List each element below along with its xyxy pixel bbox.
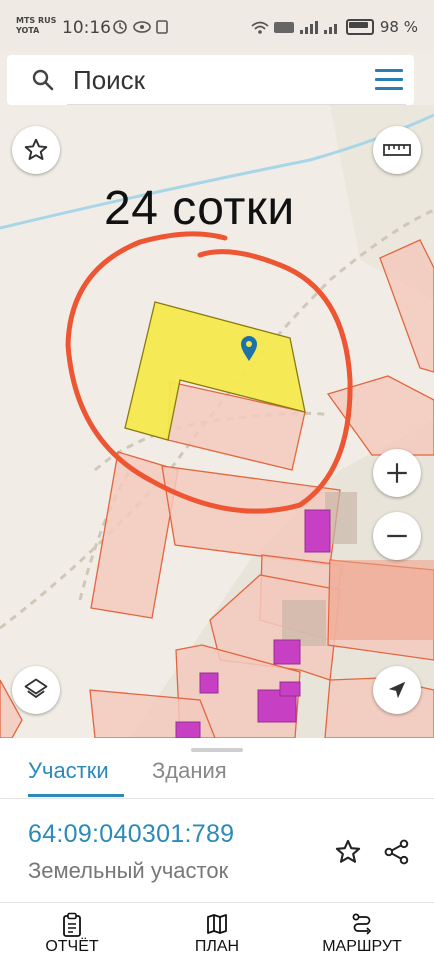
area-annotation: 24 сотки bbox=[104, 182, 295, 235]
map-icon bbox=[207, 914, 227, 934]
zoom-out-button[interactable] bbox=[373, 512, 421, 560]
share-icon[interactable] bbox=[383, 838, 411, 866]
plus-icon bbox=[387, 463, 407, 483]
report-button[interactable]: ОТЧЁТ bbox=[17, 912, 127, 958]
sheet-handle[interactable] bbox=[191, 748, 243, 752]
my-location-button[interactable] bbox=[373, 666, 421, 714]
menu-icon[interactable] bbox=[375, 69, 405, 91]
carrier-line-2: YOTA bbox=[16, 26, 40, 35]
zoom-in-button[interactable] bbox=[373, 449, 421, 497]
ruler-button[interactable] bbox=[373, 126, 421, 174]
minus-icon bbox=[387, 534, 407, 538]
active-tab-indicator bbox=[28, 794, 124, 797]
plan-button[interactable]: ПЛАН bbox=[162, 912, 272, 958]
layers-icon bbox=[24, 678, 48, 698]
route-button[interactable]: МАРШРУТ bbox=[307, 912, 417, 958]
search-input[interactable]: Поиск bbox=[73, 65, 145, 96]
status-time: 10:16 bbox=[62, 18, 111, 38]
clipboard-icon bbox=[63, 912, 81, 937]
nav-divider bbox=[0, 902, 434, 903]
layers-button[interactable] bbox=[12, 666, 60, 714]
notification-icons bbox=[113, 20, 168, 34]
battery-icon bbox=[345, 19, 374, 35]
object-type: Земельный участок bbox=[28, 858, 229, 883]
status-bar: MTS RUS YOTA 10:16 98 % bbox=[0, 0, 434, 52]
search-bar[interactable]: Поиск bbox=[7, 55, 414, 105]
tab-parcels[interactable]: Участки bbox=[28, 758, 109, 784]
tab-divider bbox=[0, 798, 434, 799]
star-outline-icon bbox=[24, 138, 48, 160]
route-label: МАРШРУТ bbox=[322, 938, 402, 955]
tab-buildings[interactable]: Здания bbox=[152, 758, 227, 784]
report-label: ОТЧЁТ bbox=[45, 938, 99, 955]
status-icons bbox=[110, 18, 180, 39]
search-icon bbox=[32, 69, 54, 91]
ruler-icon bbox=[383, 144, 411, 156]
status-right: 98 % bbox=[250, 18, 418, 36]
cadastral-number[interactable]: 64:09:040301:789 bbox=[28, 820, 234, 849]
route-icon bbox=[352, 913, 372, 935]
plan-label: ПЛАН bbox=[194, 938, 240, 955]
navigation-arrow-icon bbox=[388, 681, 406, 699]
info-sheet: Участки Здания 64:09:040301:789 Земельны… bbox=[0, 738, 434, 960]
star-outline-icon[interactable] bbox=[334, 838, 362, 866]
carrier-label: MTS RUS YOTA bbox=[16, 16, 56, 36]
signal-icons bbox=[251, 21, 337, 34]
carrier-line-1: MTS RUS bbox=[16, 16, 57, 25]
favorite-map-button[interactable] bbox=[12, 126, 60, 174]
battery-level: 98 % bbox=[379, 18, 418, 36]
